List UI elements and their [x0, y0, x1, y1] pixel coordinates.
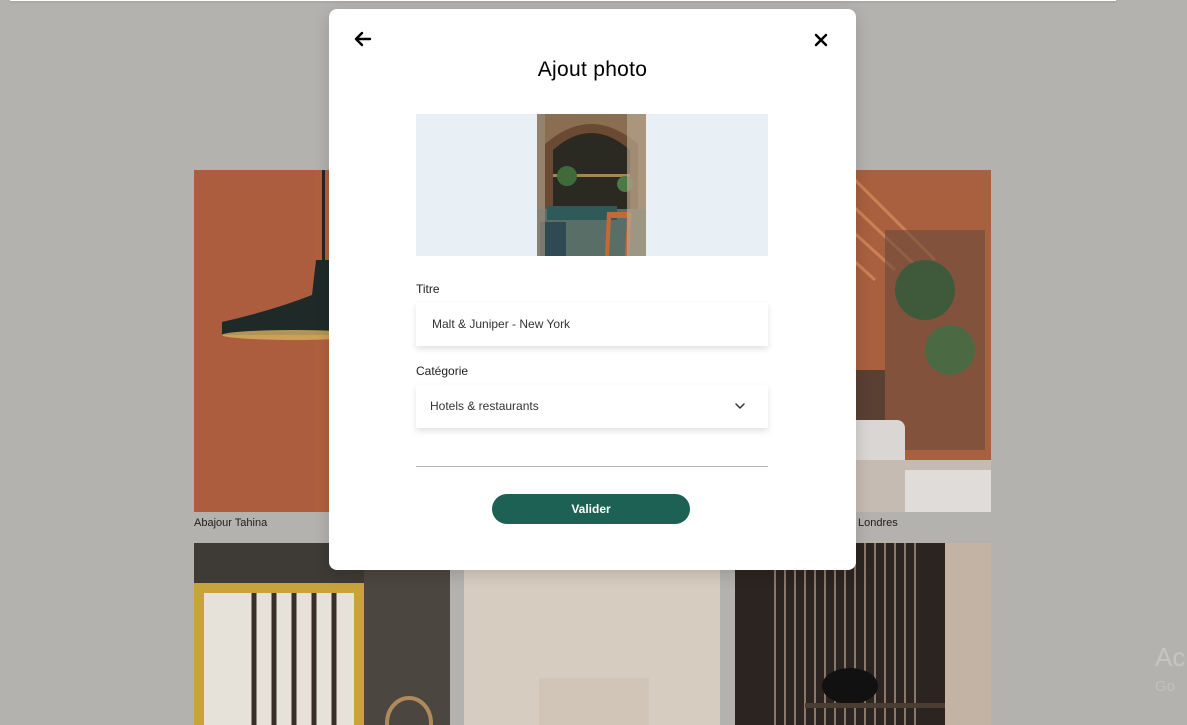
preview-image — [537, 114, 646, 256]
top-bar-edge — [10, 0, 1116, 1]
category-field-label: Catégorie — [416, 364, 469, 378]
window-illustration — [194, 543, 450, 725]
gallery-photo-window[interactable] — [194, 543, 450, 725]
chevron-down-icon — [735, 403, 745, 409]
arrow-left-icon — [354, 31, 372, 47]
gallery-caption-restaurant: Londres — [858, 517, 898, 529]
gallery-photo-wall[interactable] — [464, 543, 720, 725]
category-selected-value: Hotels & restaurants — [430, 399, 539, 413]
back-button[interactable] — [351, 27, 375, 51]
title-field-label: Titre — [416, 282, 440, 296]
page: Abajour Tahina Londres Ac Go Ajout photo… — [0, 0, 1187, 725]
watermark-text: Ac — [1155, 642, 1186, 672]
close-button[interactable] — [812, 31, 830, 49]
gallery-caption-lamp: Abajour Tahina — [194, 517, 268, 529]
photo-preview — [416, 114, 768, 256]
title-input[interactable] — [430, 316, 754, 332]
wall-illustration — [464, 543, 720, 725]
modal-title: Ajout photo — [537, 58, 648, 81]
form-divider — [416, 466, 768, 467]
add-photo-modal: Ajout photo Titre Catégorie H — [329, 9, 856, 570]
light-illustration — [735, 543, 991, 725]
title-field[interactable] — [416, 303, 768, 346]
category-select[interactable]: Hotels & restaurants — [416, 385, 768, 428]
watermark-subtext: Go — [1155, 678, 1176, 695]
gallery-photo-light[interactable] — [735, 543, 991, 725]
submit-button[interactable]: Valider — [492, 494, 690, 524]
close-icon — [814, 33, 828, 47]
